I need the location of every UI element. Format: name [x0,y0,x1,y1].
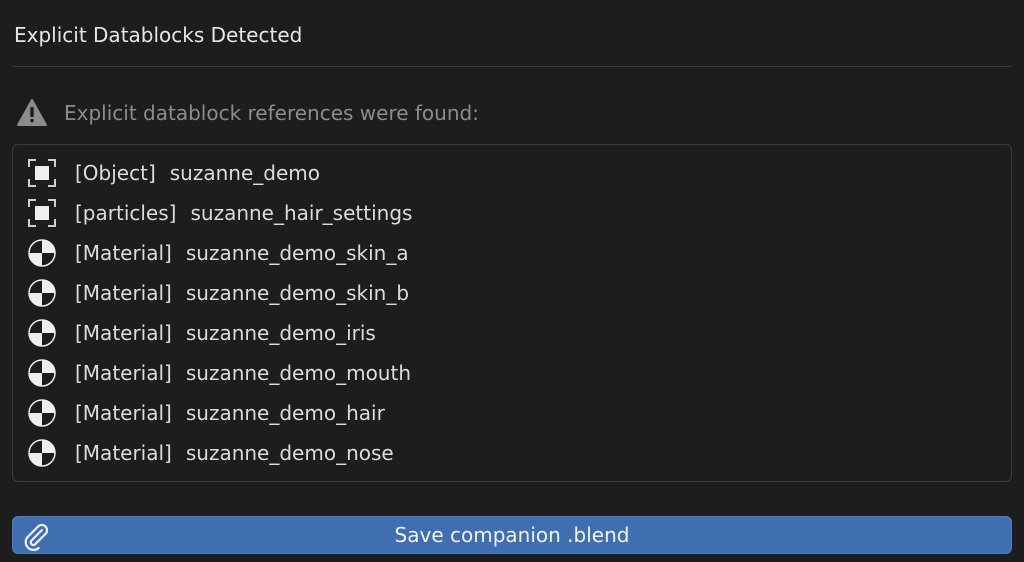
item-type: [particles] [75,201,177,225]
material-icon [27,438,57,468]
save-companion-button[interactable]: Save companion .blend [12,516,1012,554]
dialog-title: Explicit Datablocks Detected [14,23,303,47]
list-item: [Material] suzanne_demo_skin_a [27,233,409,273]
title-divider [12,66,1012,67]
item-name: suzanne_demo_nose [185,441,394,465]
list-item: [Material] suzanne_demo_skin_b [27,273,409,313]
item-type: [Material] [75,321,172,345]
item-name: suzanne_demo [169,161,320,185]
material-icon [27,318,57,348]
item-name: suzanne_demo_skin_a [185,241,409,265]
list-item: [Material] suzanne_demo_iris [27,313,376,353]
item-type: [Material] [75,361,172,385]
item-type: [Material] [75,241,172,265]
material-icon [27,238,57,268]
warning-icon [16,97,48,129]
datablock-list: [Object] suzanne_demo [particles] suzann… [12,144,1012,482]
list-item: [Material] suzanne_demo_mouth [27,353,411,393]
item-type: [Material] [75,281,172,305]
item-name: suzanne_demo_mouth [185,361,411,385]
list-item: [Material] suzanne_demo_hair [27,393,385,433]
item-type: [Material] [75,441,172,465]
item-name: suzanne_demo_iris [185,321,376,345]
save-button-label: Save companion .blend [394,523,630,547]
material-icon [27,398,57,428]
object-icon [27,158,57,188]
object-icon [27,198,57,228]
item-type: [Object] [75,161,156,185]
paperclip-icon [21,521,51,551]
list-item: [particles] suzanne_hair_settings [27,193,412,233]
item-name: suzanne_hair_settings [190,201,413,225]
warning-message: Explicit datablock references were found… [16,96,479,130]
item-type: [Material] [75,401,172,425]
item-name: suzanne_demo_hair [185,401,385,425]
list-item: [Material] suzanne_demo_nose [27,433,394,473]
item-name: suzanne_demo_skin_b [185,281,410,305]
list-item: [Object] suzanne_demo [27,153,320,193]
material-icon [27,278,57,308]
material-icon [27,358,57,388]
warning-message-text: Explicit datablock references were found… [64,101,479,125]
explicit-datablocks-dialog: Explicit Datablocks Detected Explicit da… [0,0,1024,562]
